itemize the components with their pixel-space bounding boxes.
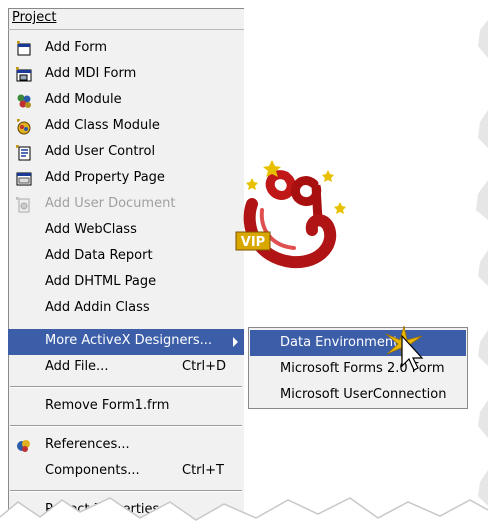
- menu-item-label: Add Module: [45, 92, 122, 107]
- menu-title-project[interactable]: Project: [12, 10, 56, 25]
- shortcut-label: Ctrl+D: [182, 359, 227, 374]
- menu-item-label: Add MDI Form: [45, 66, 137, 81]
- menu-item-label: Add Property Page: [45, 170, 165, 185]
- cursor-highlight-icon: [385, 325, 424, 371]
- menu-item-label: Add Form: [45, 40, 108, 55]
- menu-item-add-property-page[interactable]: Add Property Page: [8, 166, 244, 192]
- property-page-icon: [16, 172, 32, 186]
- menu-item-components[interactable]: Components... Ctrl+T: [8, 459, 244, 485]
- menu-item-add-dhtml-page[interactable]: Add DHTML Page: [8, 270, 244, 296]
- menu-item-add-data-report[interactable]: Add Data Report: [8, 244, 244, 270]
- vip-logo: VIP: [235, 160, 346, 269]
- menu-item-add-user-control[interactable]: Add User Control: [8, 140, 244, 166]
- submenu-item-ms-userconnection[interactable]: Microsoft UserConnection: [250, 382, 466, 408]
- user-document-icon: [16, 197, 30, 213]
- menu-item-label: Remove Form1.frm: [45, 398, 170, 413]
- menu-item-add-file[interactable]: Add File... Ctrl+D: [8, 355, 244, 381]
- menu-item-add-addin-class[interactable]: Add Addin Class: [8, 296, 244, 322]
- menu-item-label: Add File...: [45, 359, 109, 374]
- menu-item-label: Add Data Report: [45, 248, 153, 263]
- torn-edge-right: [476, 20, 488, 506]
- menubar: Project: [8, 8, 244, 30]
- menu-item-label: Add WebClass: [45, 222, 137, 237]
- user-control-icon: [16, 145, 31, 161]
- submenu-item-label: Microsoft UserConnection: [280, 387, 447, 402]
- shortcut-label: Ctrl+T: [182, 463, 224, 478]
- class-module-icon: [17, 119, 31, 135]
- submenu-arrow-icon: [233, 337, 238, 347]
- menu-item-add-mdi-form[interactable]: Add MDI Form: [8, 62, 244, 88]
- menu-item-add-form[interactable]: Add Form: [8, 36, 244, 62]
- menu-item-add-module[interactable]: Add Module: [8, 88, 244, 114]
- module-icon: [17, 94, 31, 108]
- menu-item-label: Add Addin Class: [45, 300, 150, 315]
- menu-item-remove-form[interactable]: Remove Form1.frm: [8, 394, 244, 420]
- menu-item-label: Add User Document: [45, 196, 176, 211]
- menu-item-label: References...: [45, 437, 130, 452]
- menu-separator: [10, 386, 242, 388]
- form-icon: [17, 41, 31, 56]
- torn-edge-bottom: [0, 497, 488, 525]
- menu-item-label: Add DHTML Page: [45, 274, 157, 289]
- logo-text: VIP: [241, 235, 265, 250]
- menu-item-label: More ActiveX Designers...: [45, 333, 213, 348]
- menu-item-label: Add User Control: [45, 144, 156, 159]
- references-icon: [17, 440, 30, 452]
- menu-separator: [10, 425, 242, 427]
- menu-item-label: Add Class Module: [45, 118, 160, 133]
- menu-item-label: Components...: [45, 463, 140, 478]
- mdi-form-icon: [16, 67, 32, 82]
- menu-item-add-webclass[interactable]: Add WebClass: [8, 218, 244, 244]
- menu-item-more-activex-designers[interactable]: More ActiveX Designers...: [8, 329, 244, 355]
- menu-item-add-user-document: Add User Document: [8, 192, 244, 218]
- menu-item-references[interactable]: References...: [8, 433, 244, 459]
- menu-item-add-class-module[interactable]: Add Class Module: [8, 114, 244, 140]
